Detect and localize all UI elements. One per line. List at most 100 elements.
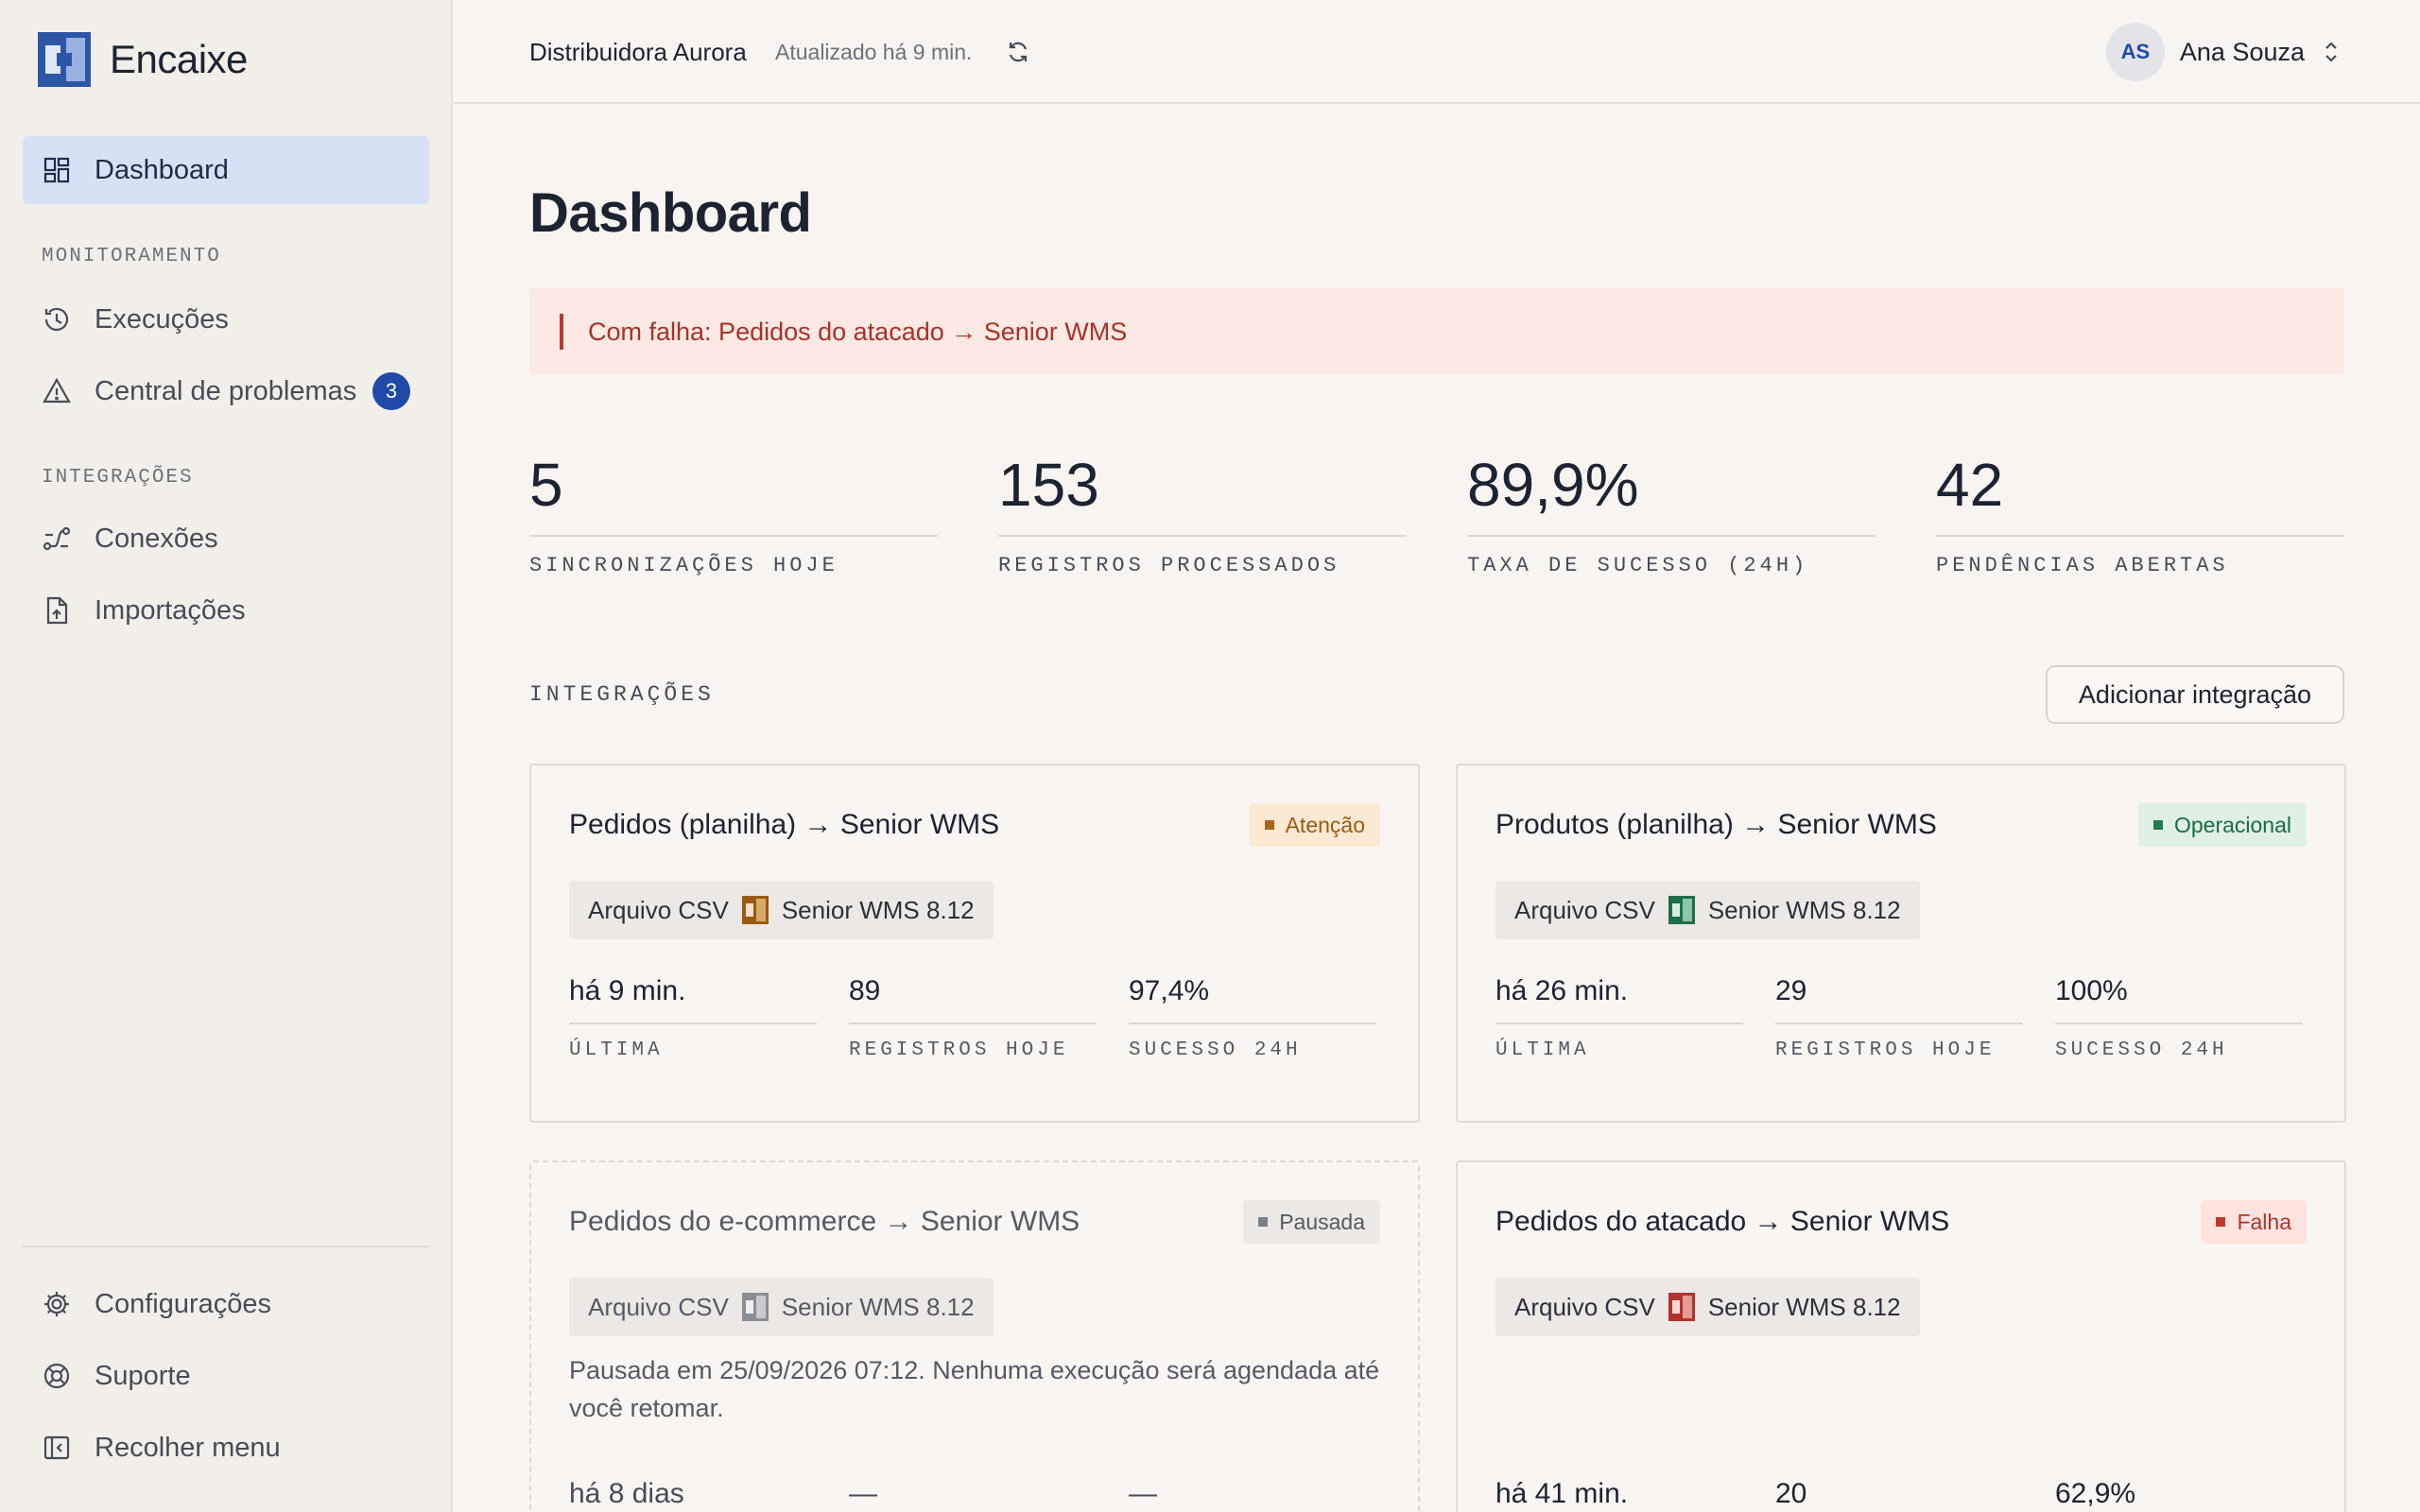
target-label: Senior WMS 8.12 bbox=[1707, 1292, 1901, 1321]
metric-last-run: há 9 min. ÚLTIMA bbox=[569, 975, 817, 1064]
metric-value: há 9 min. bbox=[569, 975, 817, 1024]
source-label: Arquivo CSV bbox=[588, 1292, 729, 1321]
last-updated-text: Atualizado há 9 min. bbox=[775, 40, 973, 64]
gear-icon bbox=[42, 1289, 72, 1319]
kpi-syncs-today: 5 SINCRONIZAÇÕES HOJE bbox=[529, 450, 938, 577]
status-dot bbox=[1264, 820, 1274, 830]
metric-label: SUCESSO 24H bbox=[2055, 1040, 2228, 1061]
add-integration-button[interactable]: Adicionar integração bbox=[2046, 665, 2344, 724]
source-label: Arquivo CSV bbox=[1514, 895, 1655, 924]
organization-name: Distribuidora Aurora bbox=[529, 38, 747, 66]
user-menu[interactable]: AS Ana Souza bbox=[2105, 23, 2344, 81]
sidebar-item-connections[interactable]: Conexões bbox=[23, 505, 429, 573]
metric-value: há 41 min. bbox=[1495, 1478, 1743, 1512]
sidebar-item-label: Dashboard bbox=[95, 154, 229, 185]
integration-card-ecommerce-orders[interactable]: Pedidos do e-commerce → Senior WMS Pausa… bbox=[529, 1160, 1420, 1512]
metric-last-run: há 26 min. ÚLTIMA bbox=[1495, 975, 1743, 1064]
sidebar-item-collapse[interactable]: Recolher menu bbox=[23, 1414, 429, 1482]
kpi-value: 89,9% bbox=[1467, 450, 1876, 537]
paused-note: Pausada em 25/09/2026 07:12. Nenhuma exe… bbox=[569, 1356, 1380, 1422]
target-label: Senior WMS 8.12 bbox=[781, 895, 975, 924]
kpi-label: SINCRONIZAÇÕES HOJE bbox=[529, 554, 838, 577]
dashboard-grid-icon bbox=[42, 155, 72, 185]
integration-title: Produtos (planilha) → Senior WMS bbox=[1495, 809, 1937, 840]
history-icon bbox=[42, 304, 72, 335]
sidebar-item-settings[interactable]: Configurações bbox=[23, 1270, 429, 1338]
avatar: AS bbox=[2105, 23, 2165, 81]
kpi-label: PENDÊNCIAS ABERTAS bbox=[1936, 554, 2229, 577]
metric-value: 97,4% bbox=[1129, 975, 1376, 1024]
metric-last-run: há 8 dias bbox=[569, 1478, 817, 1512]
metric-value: 100% bbox=[2055, 975, 2303, 1024]
sidebar-item-label: Suporte bbox=[95, 1360, 191, 1391]
sidebar-divider bbox=[23, 1246, 429, 1247]
metric-label: REGISTROS HOJE bbox=[1775, 1040, 1996, 1061]
connector-icon bbox=[741, 1293, 769, 1321]
integration-title: Pedidos do e-commerce → Senior WMS bbox=[569, 1206, 1080, 1237]
sidebar-item-label: Central de problemas bbox=[95, 375, 357, 406]
sidebar-item-problems[interactable]: Central de problemas 3 bbox=[23, 357, 429, 425]
user-name: Ana Souza bbox=[2179, 37, 2305, 66]
status-dot bbox=[1258, 1217, 1269, 1227]
metric-value: — bbox=[1129, 1478, 1157, 1509]
status-label: Atenção bbox=[1285, 812, 1365, 837]
brand[interactable]: Encaixe bbox=[38, 32, 248, 87]
kpi-value: 42 bbox=[1936, 450, 2344, 537]
connection-chip: Arquivo CSV Senior WMS 8.12 bbox=[1495, 881, 1920, 939]
integrations-section-title: INTEGRAÇÕES bbox=[529, 682, 715, 707]
connector-icon bbox=[1668, 896, 1695, 924]
problems-count-badge: 3 bbox=[372, 372, 410, 410]
metric-label: REGISTROS HOJE bbox=[849, 1040, 1069, 1061]
sidebar-item-dashboard[interactable]: Dashboard bbox=[23, 136, 429, 204]
status-badge: Operacional bbox=[2137, 803, 2307, 847]
metric-success-24h: 100% SUCESSO 24H bbox=[2055, 975, 2303, 1064]
sidebar: Encaixe Dashboard MONITORAMENTO Execuçõe… bbox=[0, 0, 453, 1512]
sidebar-item-executions[interactable]: Execuções bbox=[23, 285, 429, 353]
alert-text: Com falha: Pedidos do atacado → Senior W… bbox=[588, 318, 1128, 346]
sidebar-item-support[interactable]: Suporte bbox=[23, 1342, 429, 1410]
metric-label: ÚLTIMA bbox=[569, 1040, 664, 1061]
metric-success-24h: — bbox=[1129, 1478, 1376, 1512]
status-label: Operacional bbox=[2173, 812, 2291, 837]
metric-label: SUCESSO 24H bbox=[1129, 1040, 1302, 1061]
file-upload-icon bbox=[42, 595, 72, 626]
metric-value: 29 bbox=[1775, 975, 2023, 1024]
target-label: Senior WMS 8.12 bbox=[781, 1292, 975, 1321]
connection-chip: Arquivo CSV Senior WMS 8.12 bbox=[569, 1278, 994, 1336]
alert-accent-bar bbox=[560, 314, 563, 350]
target-label: Senior WMS 8.12 bbox=[1707, 895, 1901, 924]
metric-success-24h: 62,9% bbox=[2055, 1478, 2303, 1512]
integration-card-wholesale-orders[interactable]: Pedidos do atacado → Senior WMS Falha Ar… bbox=[1456, 1160, 2346, 1512]
sidebar-section-monitoring: MONITORAMENTO bbox=[42, 246, 221, 267]
refresh-icon[interactable] bbox=[1004, 38, 1032, 66]
chevron-up-down-icon bbox=[2322, 38, 2344, 66]
connections-icon bbox=[42, 524, 72, 554]
sidebar-item-imports[interactable]: Importações bbox=[23, 576, 429, 644]
page-title: Dashboard bbox=[529, 182, 812, 244]
metric-success-24h: 97,4% SUCESSO 24H bbox=[1129, 975, 1376, 1064]
status-label: Falha bbox=[2237, 1209, 2291, 1234]
sidebar-item-label: Configurações bbox=[95, 1288, 271, 1319]
metric-value: há 26 min. bbox=[1495, 975, 1743, 1024]
integration-card-orders-sheet[interactable]: Pedidos (planilha) → Senior WMS Atenção … bbox=[529, 764, 1420, 1123]
status-badge: Falha bbox=[2201, 1200, 2307, 1244]
top-header: Distribuidora Aurora Atualizado há 9 min… bbox=[454, 0, 2420, 104]
metric-value: 89 bbox=[849, 975, 1097, 1024]
failure-alert[interactable]: Com falha: Pedidos do atacado → Senior W… bbox=[529, 287, 2344, 374]
status-dot bbox=[2152, 820, 2163, 830]
status-badge: Pausada bbox=[1243, 1200, 1380, 1244]
sidebar-item-label: Conexões bbox=[95, 523, 218, 554]
kpi-value: 5 bbox=[529, 450, 938, 537]
brand-name: Encaixe bbox=[110, 37, 248, 81]
integration-title: Pedidos (planilha) → Senior WMS bbox=[569, 809, 1000, 840]
kpi-label: REGISTROS PROCESSADOS bbox=[998, 554, 1340, 577]
integration-card-products-sheet[interactable]: Produtos (planilha) → Senior WMS Operaci… bbox=[1456, 764, 2346, 1123]
status-badge: Atenção bbox=[1249, 803, 1380, 847]
lifebuoy-icon bbox=[42, 1361, 72, 1391]
kpi-success-rate: 89,9% TAXA DE SUCESSO (24H) bbox=[1467, 450, 1876, 577]
sidebar-section-integrations: INTEGRAÇÕES bbox=[42, 467, 194, 489]
warning-triangle-icon bbox=[42, 376, 72, 406]
connection-chip: Arquivo CSV Senior WMS 8.12 bbox=[569, 881, 994, 939]
kpi-records-processed: 153 REGISTROS PROCESSADOS bbox=[998, 450, 1407, 577]
kpi-open-issues: 42 PENDÊNCIAS ABERTAS bbox=[1936, 450, 2344, 577]
